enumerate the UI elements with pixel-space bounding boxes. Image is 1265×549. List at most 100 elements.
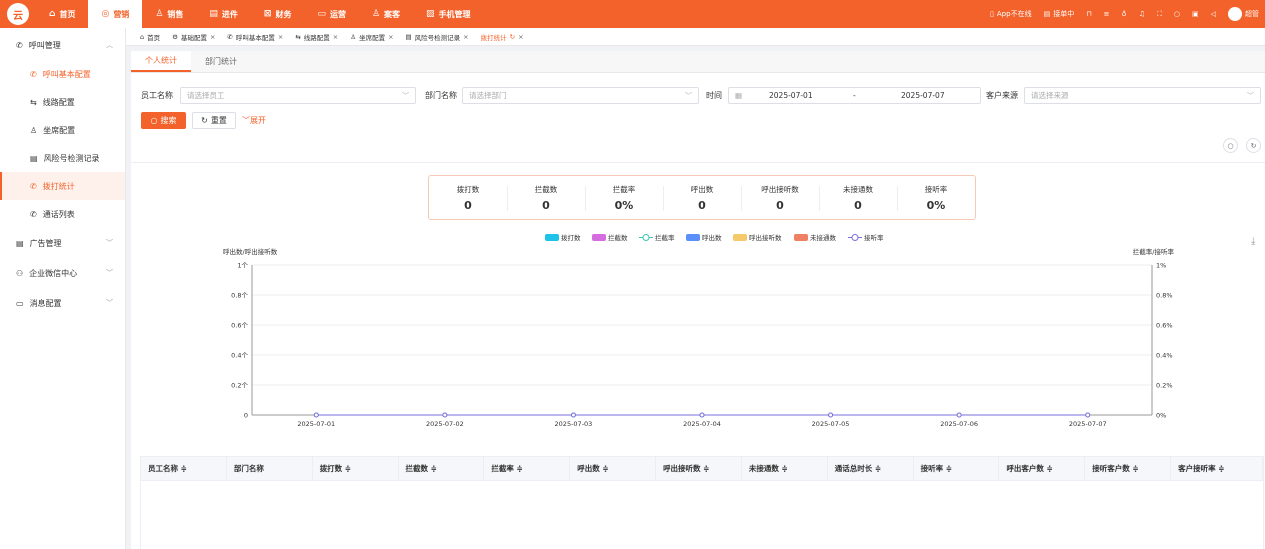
nav-item-1[interactable]: ◎ 营销 <box>88 0 143 28</box>
nav-item-5[interactable]: ▭ 运营 <box>304 0 359 28</box>
dispatch-status[interactable]: ▤ 接单中 <box>1044 9 1075 19</box>
close-icon[interactable]: × <box>278 33 283 41</box>
page-tab-6[interactable]: 拨打统计 ↻ × <box>481 32 524 42</box>
column-header[interactable]: 部门名称 <box>227 457 313 480</box>
legend-item[interactable]: 呼出数 <box>686 233 722 242</box>
app-status[interactable]: ▯ App不在线 <box>990 9 1032 19</box>
close-icon[interactable]: × <box>518 33 523 41</box>
employee-label: 员工名称 <box>141 91 173 100</box>
legend-label: 接听率 <box>864 233 884 242</box>
shirt-icon[interactable]: ♁ <box>1122 10 1127 18</box>
date-range-picker[interactable]: ▦ 2025-07-01 - 2025-07-07 <box>728 87 981 104</box>
nav-item-3[interactable]: ▤ 进件 <box>196 0 251 28</box>
table-header: 员工名称 ≑ 部门名称 拨打数 ≑ 拦截数 ≑ 拦截率 ≑ 呼出数 ≑ 呼出接听数 ≑ 未接通… <box>140 456 1264 481</box>
dept-select[interactable]: 请选择部门 ﹀ <box>462 87 699 104</box>
stats-chart: 拨打数 拦截数 拦截率 呼出数 呼出接听数 未接通数 接听率 ⤓ 呼出数/呼出接听数 拦截率/接听… <box>223 233 1256 428</box>
date-end[interactable]: 2025-07-07 <box>901 91 945 100</box>
close-icon[interactable]: × <box>388 33 393 41</box>
sidebar-group-1[interactable]: ▤ 广告管理 ﹀ <box>0 228 125 258</box>
stat-label: 拨打数 <box>456 184 480 194</box>
data-point <box>699 412 705 418</box>
legend-item[interactable]: 拨打数 <box>545 233 581 242</box>
page-tab-5[interactable]: ▤ 风险号检测记录 × <box>406 32 469 42</box>
close-icon[interactable]: × <box>333 33 338 41</box>
column-header[interactable]: 员工名称 ≑ <box>141 457 227 480</box>
nav-item-6[interactable]: ♙ 案客 <box>359 0 413 28</box>
nav-item-7[interactable]: ▨ 手机管理 <box>413 0 484 28</box>
bell-icon[interactable]: ♫ <box>1139 10 1145 18</box>
page-tab-4[interactable]: ♙ 坐席配置 × <box>350 32 393 42</box>
data-point <box>1085 412 1091 418</box>
date-start[interactable]: 2025-07-01 <box>769 91 813 100</box>
app-status-label: App不在线 <box>996 10 1032 18</box>
reset-button[interactable]: ↻ 重置 <box>192 112 236 129</box>
close-icon[interactable]: × <box>210 33 215 41</box>
fullscreen-icon[interactable]: ⛶ <box>1157 10 1162 19</box>
sidebar-item-3[interactable]: ▤ 风险号检测记录 <box>0 144 125 172</box>
page-tab-0[interactable]: ⌂ 首页 <box>140 32 160 42</box>
stat-card: 接听率 0% <box>897 176 975 219</box>
column-header[interactable]: 接听客户数 ≑ <box>1085 457 1172 480</box>
call-list-icon: ✆ <box>30 209 37 219</box>
page-tab-3[interactable]: ⇆ 线路配置 × <box>295 32 338 42</box>
page-tab-2[interactable]: ✆ 呼叫基本配置 × <box>227 32 283 42</box>
legend-item[interactable]: 拦截数 <box>592 233 628 242</box>
time-label: 时间 <box>706 91 722 100</box>
refresh-button[interactable]: ↻ <box>1246 138 1261 153</box>
legend-item[interactable]: 未接通数 <box>794 233 837 242</box>
search-button[interactable]: ○ 搜索 <box>141 112 186 129</box>
close-icon[interactable]: × <box>463 33 468 41</box>
stat-label: 接听率 <box>924 184 948 194</box>
sidebar-item-0[interactable]: ✆ 呼叫基本配置 <box>0 60 125 88</box>
search-icon[interactable]: ○ <box>1174 10 1180 18</box>
legend-label: 未接通数 <box>810 233 837 242</box>
expand-button[interactable]: ﹀展开 <box>242 115 266 126</box>
page-tab-1[interactable]: ⚙ 基础配置 × <box>172 32 215 42</box>
legend-item[interactable]: 呼出接听数 <box>733 233 782 242</box>
sidebar-item-5[interactable]: ✆ 通话列表 <box>0 200 125 228</box>
sidebar-item-1[interactable]: ⇆ 线路配置 <box>0 88 125 116</box>
column-header[interactable]: 呼出接听数 ≑ <box>656 457 742 480</box>
sidebar-group-0[interactable]: ✆ 呼叫管理 ︿ <box>0 30 125 60</box>
column-header[interactable]: 呼出客户数 ≑ <box>999 457 1086 480</box>
nav-item-0[interactable]: ⌂ 首页 <box>36 0 88 28</box>
source-select[interactable]: 请选择来源 ﹀ <box>1024 87 1261 104</box>
legend-item[interactable]: 接听率 <box>848 233 884 242</box>
legend-item[interactable]: 拦截率 <box>639 233 675 242</box>
sidebar: ✆ 呼叫管理 ︿ ✆ 呼叫基本配置 ⇆ 线路配置 ♙ 坐席配置 ▤ 风险号检测记录 ✆ 拨打统计 ✆ 通话列… <box>0 28 126 549</box>
lock-icon[interactable]: ⊓ <box>1086 10 1091 18</box>
sidebar-group-3[interactable]: ▭ 消息配置 ﹀ <box>0 288 125 318</box>
employee-select[interactable]: 请选择员工 ﹀ <box>180 87 416 104</box>
list-icon[interactable]: ≡ <box>1104 10 1110 18</box>
column-header[interactable]: 接听率 ≑ <box>914 457 1000 480</box>
briefcase-icon[interactable]: ▣ <box>1192 10 1199 18</box>
nav-item-4[interactable]: ⊠ 财务 <box>251 0 305 28</box>
table-body <box>140 481 1264 549</box>
user-menu[interactable]: 超管 <box>1228 7 1259 21</box>
person-icon: ♙ <box>371 9 381 19</box>
employee-placeholder: 请选择员工 <box>187 91 225 100</box>
stat-card: 拨打数 0 <box>429 176 507 219</box>
sidebar-group-2[interactable]: ⚇ 企业微信中心 ﹀ <box>0 258 125 288</box>
tab-department-stats[interactable]: 部门统计 <box>191 51 251 72</box>
sidebar-item-4[interactable]: ✆ 拨打统计 <box>0 172 125 200</box>
column-header[interactable]: 呼出数 ≑ <box>570 457 657 480</box>
sidebar-item-2[interactable]: ♙ 坐席配置 <box>0 116 125 144</box>
column-header[interactable]: 未接通数 ≑ <box>742 457 828 480</box>
tab-personal-stats[interactable]: 个人统计 <box>131 51 191 72</box>
column-header[interactable]: 客户接听率 ≑ <box>1171 457 1263 480</box>
send-icon[interactable]: ◁ <box>1211 10 1216 18</box>
stat-value: 0% <box>926 198 946 212</box>
nav-item-2[interactable]: ♙ 销售 <box>142 0 196 28</box>
column-header[interactable]: 拦截率 ≑ <box>484 457 571 480</box>
logo[interactable]: 云 <box>0 0 36 28</box>
search-toggle-button[interactable]: ○ <box>1223 138 1238 153</box>
column-header[interactable]: 拦截数 ≑ <box>399 457 485 480</box>
page-tab-label: 线路配置 <box>303 33 330 42</box>
sidebar-group-label: 呼叫管理 <box>28 40 61 50</box>
column-header[interactable]: 通话总时长 ≑ <box>828 457 914 480</box>
refresh-icon[interactable]: ↻ <box>510 33 515 41</box>
column-header[interactable]: 拨打数 ≑ <box>313 457 399 480</box>
route-icon: ⇆ <box>295 32 301 41</box>
org-icon: ⚇ <box>16 268 24 278</box>
